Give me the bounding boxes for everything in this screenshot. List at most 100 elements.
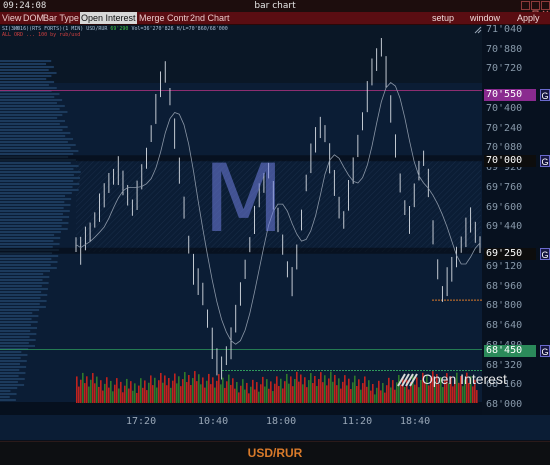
profile-bar (0, 300, 47, 302)
volume-bar (88, 386, 90, 403)
axis-price-label: 68'000 (486, 399, 523, 410)
axis-price-label: 70'880 (486, 43, 523, 55)
profile-bar (0, 234, 55, 236)
volume-bar (232, 378, 234, 403)
profile-bar (0, 129, 63, 131)
price-label-top: 70'550 (484, 89, 536, 101)
profile-bar (0, 147, 71, 149)
profile-bar (0, 60, 52, 62)
volume-bar (188, 375, 190, 403)
maximize-button[interactable] (531, 1, 540, 17)
volume-bar (394, 389, 396, 403)
profile-bar (0, 396, 10, 398)
price-label-current: 69'250 (484, 248, 536, 260)
menu-view[interactable]: View (2, 12, 21, 24)
profile-bar (0, 366, 27, 368)
menu-dom[interactable]: DOM (23, 12, 44, 24)
volume-bar (160, 372, 162, 403)
volume-bar (262, 376, 264, 403)
menu-window[interactable]: window (470, 12, 500, 24)
axis-price-label: 70'080 (486, 142, 523, 154)
volume-bar (314, 376, 316, 403)
profile-bar (0, 192, 72, 194)
volume-bar (284, 381, 286, 403)
volume-hl: Vol=36'270'826 H/L=70'860/68'000 (131, 26, 228, 32)
menu-bar-type[interactable]: Bar Type (43, 12, 79, 24)
volume-bar (408, 389, 410, 403)
resize-icon[interactable] (474, 26, 482, 34)
volume-bar (476, 390, 478, 403)
volume-bar (100, 380, 102, 403)
profile-bar (0, 138, 74, 140)
time-axis-band (0, 402, 550, 415)
g-marker-3[interactable]: G (540, 248, 550, 260)
volume-bar (116, 378, 118, 403)
menu-merge-contr[interactable]: Merge Contr (139, 12, 189, 24)
volume-bar (318, 379, 320, 403)
minimize-button[interactable] (521, 1, 530, 16)
profile-bar (0, 132, 71, 134)
volume-bar (126, 378, 128, 403)
menu-open-interest[interactable]: Open Interest (80, 12, 137, 24)
profile-bar (0, 123, 60, 125)
volume-bar (106, 377, 108, 403)
volume-bar (168, 378, 170, 403)
profile-bar (0, 207, 64, 209)
profile-bar (0, 306, 46, 308)
open-interest-indicator[interactable]: Open Interest (397, 370, 507, 388)
profile-bar (0, 255, 59, 257)
volume-bar (80, 379, 82, 403)
volume-bar (134, 383, 136, 403)
volume-bar (354, 375, 356, 403)
volume-bar (204, 387, 206, 403)
volume-bar (326, 385, 328, 403)
volume-bar (92, 373, 94, 403)
volume-bar (356, 385, 358, 403)
menu-2nd-chart[interactable]: 2nd Chart (190, 12, 230, 24)
profile-bar (0, 279, 43, 281)
volume-bar (248, 393, 250, 403)
g-marker-1[interactable]: G (540, 89, 550, 101)
profile-bar (0, 345, 35, 347)
volume-bar (212, 377, 214, 403)
time-label-4: 11:20 (342, 416, 373, 427)
volume-bar (322, 382, 324, 403)
menu-apply[interactable]: Apply (517, 12, 540, 24)
profile-bar (0, 183, 80, 185)
volume-bar (312, 383, 314, 403)
volume-bar (392, 380, 394, 403)
volume-bar (208, 373, 210, 403)
profile-bar (0, 216, 70, 218)
volume-bar (384, 392, 386, 403)
volume-bar (86, 376, 88, 403)
close-button[interactable] (541, 1, 550, 17)
menu-setup[interactable]: setup (432, 12, 454, 24)
profile-bar (0, 324, 31, 326)
volume-bar (362, 383, 364, 403)
volume-bar (112, 391, 114, 403)
profile-bar (0, 336, 30, 338)
axis-price-label: 71'040 (486, 24, 523, 35)
volume-bar (140, 378, 142, 403)
volume-bar (278, 386, 280, 403)
volume-bar (94, 383, 96, 403)
volume-bar (98, 386, 100, 403)
profile-bar (0, 291, 42, 293)
profile-bar (0, 108, 60, 110)
volume-bar (174, 373, 176, 403)
profile-bar (0, 375, 19, 377)
profile-bar (0, 282, 49, 284)
profile-bar (0, 150, 79, 152)
g-marker-4[interactable]: G (540, 345, 550, 357)
profile-bar (0, 270, 50, 272)
volume-bar (388, 377, 390, 403)
profile-bar (0, 237, 61, 239)
volume-bar (96, 376, 98, 403)
volume-bar (158, 380, 160, 403)
profile-bar (0, 387, 18, 389)
g-marker-2[interactable]: G (540, 155, 550, 167)
profile-bar (0, 351, 22, 353)
volume-bar (154, 377, 156, 403)
volume-bar (298, 381, 300, 403)
volume-bar (178, 376, 180, 403)
